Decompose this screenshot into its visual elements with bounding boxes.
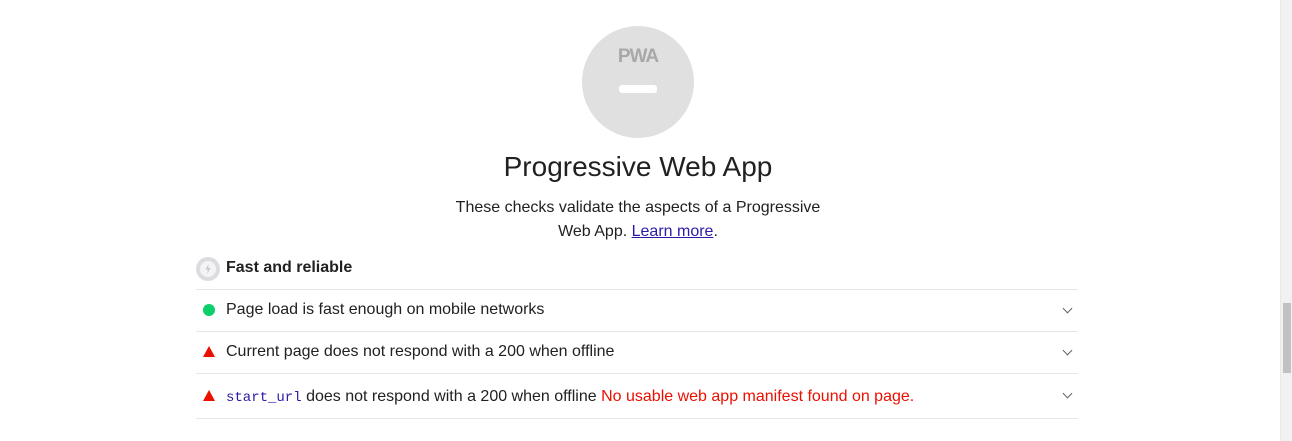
scrollbar-thumb[interactable] — [1283, 303, 1291, 373]
fail-triangle-icon — [203, 346, 215, 357]
vertical-scrollbar[interactable] — [1280, 0, 1292, 441]
audit-code: start_url — [226, 390, 302, 406]
learn-more-link[interactable]: Learn more — [632, 223, 714, 240]
category-description: These checks validate the aspects of a P… — [448, 196, 828, 244]
audit-title-text: does not respond with a 200 when offline — [306, 388, 597, 405]
category-description-suffix: . — [713, 223, 718, 240]
chevron-down-icon[interactable] — [1062, 388, 1073, 399]
lightning-bolt-icon — [196, 257, 220, 281]
pwa-gauge[interactable]: PWA — [582, 26, 694, 138]
audit-row-load-fast[interactable]: Page load is fast enough on mobile netwo… — [196, 290, 1078, 332]
group-header-fast-reliable: Fast and reliable — [196, 256, 1078, 290]
audit-row-offline[interactable]: Current page does not respond with a 200… — [196, 332, 1078, 374]
audit-title: start_url does not respond with a 200 wh… — [226, 388, 914, 406]
audit-warning: No usable web app manifest found on page… — [601, 388, 915, 405]
chevron-down-icon[interactable] — [1062, 303, 1073, 314]
audit-title: Current page does not respond with a 200… — [226, 343, 615, 360]
audit-title: Page load is fast enough on mobile netwo… — [226, 301, 545, 318]
pwa-logo-icon: PWA — [617, 46, 659, 67]
gauge-dash-icon — [619, 85, 657, 93]
chevron-down-icon[interactable] — [1062, 345, 1073, 356]
pass-dot-icon — [203, 304, 215, 316]
group-title: Fast and reliable — [226, 259, 353, 276]
report-page: PWA Progressive Web App These checks val… — [0, 0, 1292, 441]
fail-triangle-icon — [203, 390, 215, 401]
category-title: Progressive Web App — [503, 151, 773, 182]
audit-row-start-url[interactable]: start_url does not respond with a 200 wh… — [196, 374, 1078, 419]
